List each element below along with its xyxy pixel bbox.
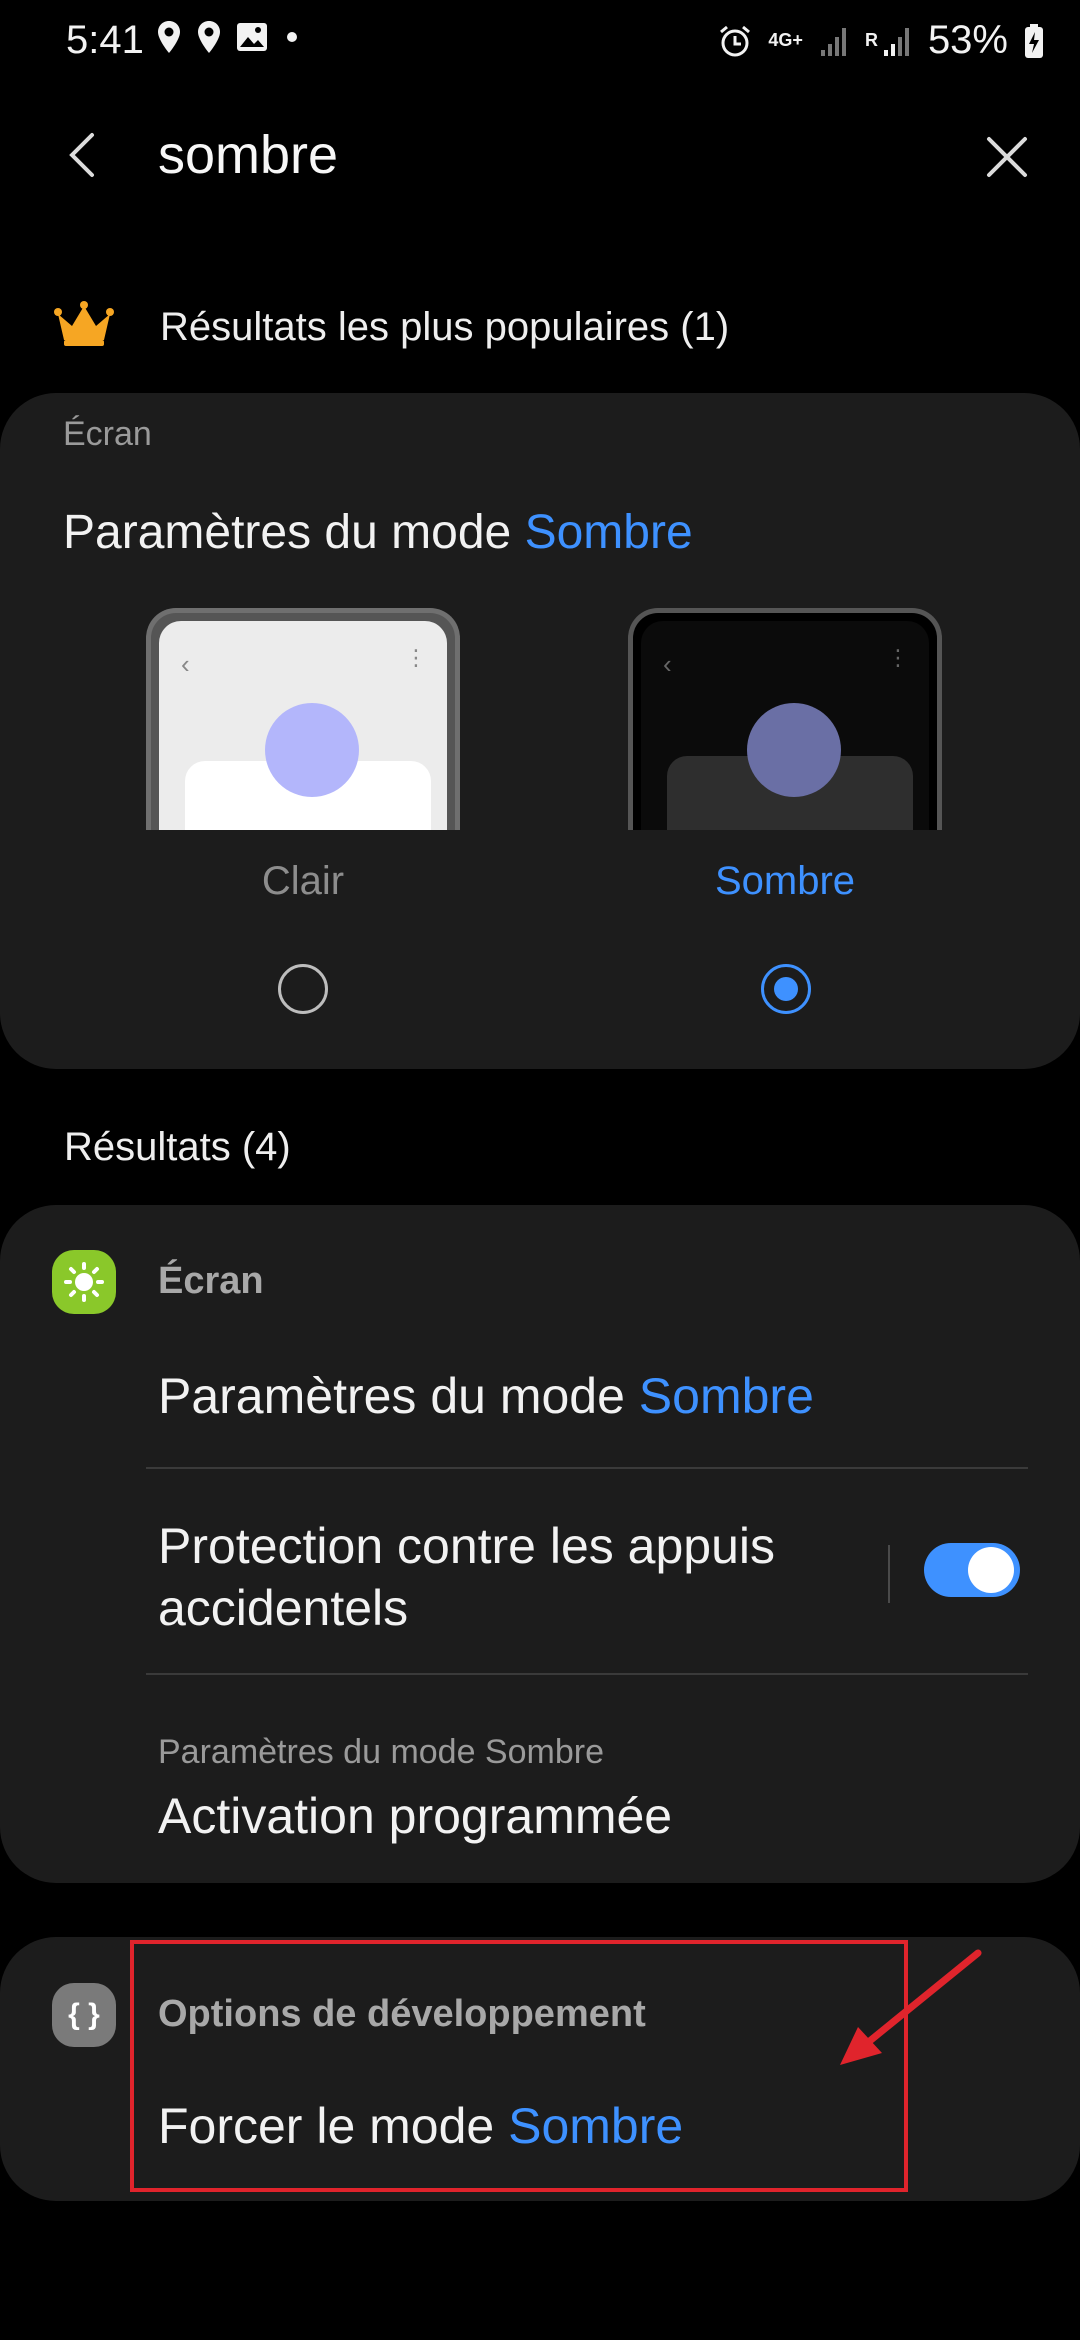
- preview-more-icon: ⋮: [887, 645, 909, 670]
- result-title: Paramètres du mode Sombre: [63, 505, 693, 560]
- developer-options-icon: { }: [52, 1983, 116, 2047]
- back-button[interactable]: [50, 120, 120, 190]
- popular-results-title: Résultats les plus populaires (1): [160, 305, 730, 349]
- brightness-icon: [52, 1250, 116, 1314]
- clear-search-button[interactable]: [972, 122, 1042, 192]
- result-item-accidental-touch[interactable]: Protection contre les appuis accidentels: [158, 1515, 878, 1639]
- signal-icon: [820, 27, 846, 56]
- image-icon: [237, 23, 267, 51]
- light-preview-screen: ‹ ⋮: [159, 621, 447, 830]
- item-subtitle: Paramètres du mode Sombre: [158, 1733, 604, 1771]
- option-light-label[interactable]: Clair: [146, 859, 460, 904]
- result-category: Écran: [63, 415, 152, 453]
- result-title-highlight: Sombre: [524, 506, 693, 559]
- status-icons-left: [156, 20, 302, 54]
- crown-icon: [52, 300, 116, 353]
- close-icon: [987, 137, 1027, 177]
- back-icon: [69, 133, 94, 177]
- popular-result-card[interactable]: Écran Paramètres du mode Sombre ‹ ⋮ ‹ ⋮ …: [0, 393, 1080, 1069]
- network-type: 4G+: [768, 30, 803, 50]
- results-group-screen: Écran Paramètres du mode Sombre Protecti…: [0, 1205, 1080, 1883]
- option-dark-label[interactable]: Sombre: [628, 859, 942, 904]
- divider: [146, 1467, 1028, 1469]
- dark-preview-screen: ‹ ⋮: [641, 621, 929, 830]
- status-bar: 5:41 4G+ R 53%: [0, 0, 1080, 90]
- annotation-arrow-icon: [830, 1945, 990, 2080]
- item-title-highlight: Sombre: [638, 1368, 814, 1424]
- radio-selected-dot: [774, 977, 798, 1001]
- result-title-prefix: Paramètres du mode: [63, 506, 525, 559]
- light-mode-preview[interactable]: ‹ ⋮: [146, 608, 460, 830]
- radio-dark[interactable]: [761, 964, 811, 1014]
- preview-back-icon: ‹: [181, 649, 190, 679]
- preview-more-icon: ⋮: [405, 645, 427, 670]
- battery-percent: 53%: [927, 18, 1008, 62]
- preview-avatar: [265, 703, 359, 797]
- result-item-dark-mode-settings[interactable]: Paramètres du mode Sombre: [158, 1367, 814, 1425]
- preview-avatar: [747, 703, 841, 797]
- dark-mode-preview[interactable]: ‹ ⋮: [628, 608, 942, 830]
- toggle-separator: [888, 1545, 890, 1603]
- results-title: Résultats (4): [64, 1125, 291, 1169]
- radio-light[interactable]: [278, 964, 328, 1014]
- location-icon: [198, 21, 220, 53]
- dot-icon: [287, 32, 297, 42]
- status-time: 5:41: [66, 18, 144, 62]
- toggle-knob: [968, 1547, 1014, 1593]
- signal-icon: [883, 27, 909, 56]
- result-item-scheduled-activation[interactable]: Activation programmée: [158, 1787, 672, 1845]
- preview-back-icon: ‹: [663, 649, 672, 679]
- status-icons-right: 4G+ R 53%: [718, 18, 1044, 63]
- accidental-touch-toggle[interactable]: [924, 1543, 1020, 1597]
- group-category: Écran: [158, 1260, 264, 1302]
- search-input[interactable]: sombre: [158, 124, 338, 186]
- location-icon: [158, 21, 180, 53]
- battery-charging-icon: [1025, 23, 1043, 58]
- alarm-icon: [720, 25, 751, 56]
- annotation-highlight-box: [130, 1940, 908, 2192]
- roaming-indicator: R: [864, 30, 878, 50]
- item-title-prefix: Paramètres du mode: [158, 1368, 639, 1424]
- divider: [146, 1673, 1028, 1675]
